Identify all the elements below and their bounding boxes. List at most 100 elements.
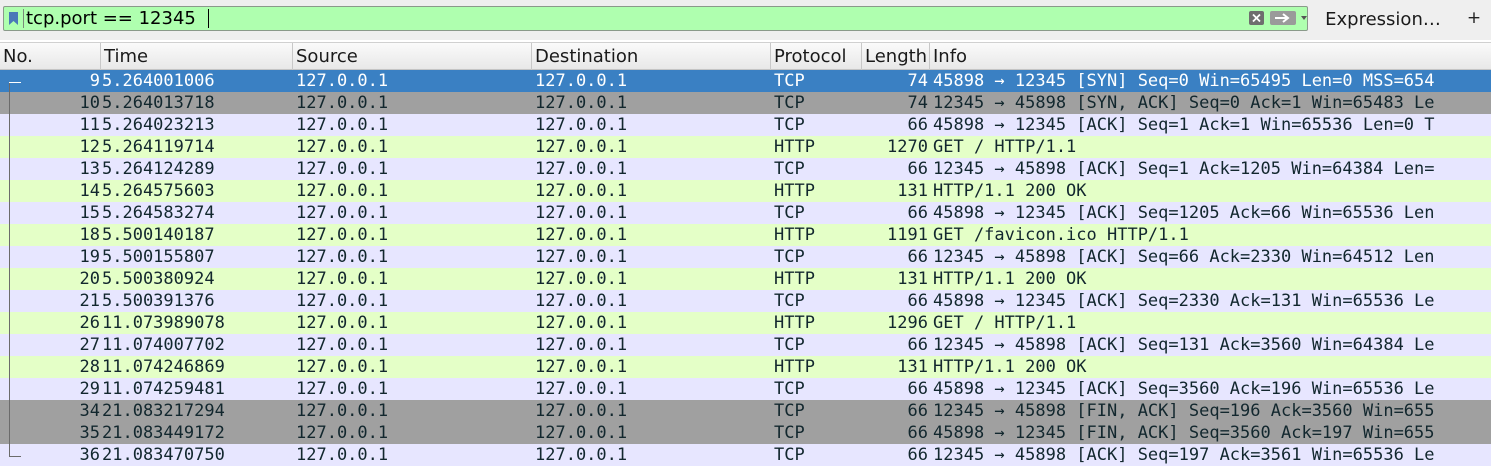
packet-info: 45898 → 12345 [ACK] Seq=3560 Ack=196 Win… bbox=[933, 379, 1435, 399]
column-header-length[interactable]: Length bbox=[862, 43, 930, 70]
packet-time: 5.500155807 bbox=[102, 247, 215, 267]
packet-row[interactable]: 35 21.083449172 127.0.0.1 127.0.0.1 TCP 66 458… bbox=[0, 422, 1491, 444]
packet-time: 21.083217294 bbox=[102, 401, 225, 421]
add-filter-button[interactable]: + bbox=[1460, 6, 1488, 33]
packet-destination: 127.0.0.1 bbox=[535, 401, 628, 421]
packet-info: HTTP/1.1 200 OK bbox=[933, 357, 1087, 377]
packet-row[interactable]: 28 11.074246869 127.0.0.1 127.0.0.1 HTTP 131 H… bbox=[0, 356, 1491, 378]
packet-row[interactable]: 21 5.500391376 127.0.0.1 127.0.0.1 TCP 66 4589… bbox=[0, 290, 1491, 312]
packet-length: 66 bbox=[907, 445, 928, 465]
packet-info: 45898 → 12345 [ACK] Seq=1 Ack=1 Win=6553… bbox=[933, 115, 1435, 135]
clear-icon[interactable] bbox=[1249, 11, 1264, 25]
packet-protocol: TCP bbox=[774, 115, 805, 135]
packet-length: 66 bbox=[907, 423, 928, 443]
packet-length: 66 bbox=[907, 115, 928, 135]
column-header-destination[interactable]: Destination bbox=[532, 43, 771, 70]
packet-number: 36 bbox=[79, 445, 100, 465]
packet-protocol: TCP bbox=[774, 423, 805, 443]
packet-protocol: HTTP bbox=[774, 137, 815, 157]
packet-row[interactable]: 20 5.500380924 127.0.0.1 127.0.0.1 HTTP 131 HT… bbox=[0, 268, 1491, 290]
packet-info: 12345 → 45898 [ACK] Seq=197 Ack=3561 Win… bbox=[933, 445, 1435, 465]
display-filter-input[interactable] bbox=[26, 7, 1226, 30]
arrow-right-icon[interactable] bbox=[1270, 11, 1296, 25]
display-filter-box bbox=[3, 6, 1308, 31]
packet-row-selected[interactable]: 9 5.264001006 127.0.0.1 127.0.0.1 TCP 74 45898… bbox=[0, 70, 1491, 92]
column-header-protocol[interactable]: Protocol bbox=[771, 43, 862, 70]
packet-info: HTTP/1.1 200 OK bbox=[933, 181, 1087, 201]
packet-row[interactable]: 14 5.264575603 127.0.0.1 127.0.0.1 HTTP 131 HT… bbox=[0, 180, 1491, 202]
packet-length: 74 bbox=[907, 93, 928, 113]
packet-number: 20 bbox=[79, 269, 100, 289]
packet-source: 127.0.0.1 bbox=[296, 247, 389, 267]
packet-time: 5.500380924 bbox=[102, 269, 215, 289]
packet-source: 127.0.0.1 bbox=[296, 379, 389, 399]
packet-row[interactable]: 15 5.264583274 127.0.0.1 127.0.0.1 TCP 66 4589… bbox=[0, 202, 1491, 224]
related-packets-line bbox=[9, 82, 10, 457]
packet-source: 127.0.0.1 bbox=[296, 313, 389, 333]
packet-source: 127.0.0.1 bbox=[296, 181, 389, 201]
packet-destination: 127.0.0.1 bbox=[535, 93, 628, 113]
packet-row[interactable]: 19 5.500155807 127.0.0.1 127.0.0.1 TCP 66 1234… bbox=[0, 246, 1491, 268]
packet-protocol: TCP bbox=[774, 291, 805, 311]
packet-length: 66 bbox=[907, 203, 928, 223]
packet-row[interactable]: 36 21.083470750 127.0.0.1 127.0.0.1 TCP 66 123… bbox=[0, 444, 1491, 466]
packet-number: 29 bbox=[79, 379, 100, 399]
packet-number: 14 bbox=[79, 181, 100, 201]
expression-button[interactable]: Expression… bbox=[1313, 6, 1453, 33]
chevron-down-icon[interactable] bbox=[1300, 13, 1308, 23]
packet-length: 131 bbox=[897, 269, 928, 289]
packet-time: 5.500391376 bbox=[102, 291, 215, 311]
packet-row[interactable]: 10 5.264013718 127.0.0.1 127.0.0.1 TCP 74 1234… bbox=[0, 92, 1491, 114]
packet-number: 18 bbox=[79, 225, 100, 245]
column-header-source[interactable]: Source bbox=[293, 43, 532, 70]
display-filter-toolbar: Expression… + bbox=[0, 0, 1491, 40]
packet-length: 66 bbox=[907, 401, 928, 421]
packet-row[interactable]: 27 11.074007702 127.0.0.1 127.0.0.1 TCP 66 123… bbox=[0, 334, 1491, 356]
packet-length: 1270 bbox=[887, 137, 928, 157]
packet-number: 28 bbox=[79, 357, 100, 377]
packet-number: 35 bbox=[79, 423, 100, 443]
packet-length: 66 bbox=[907, 291, 928, 311]
packet-row[interactable]: 11 5.264023213 127.0.0.1 127.0.0.1 TCP 66 4589… bbox=[0, 114, 1491, 136]
wireshark-window: Expression… + No. Time Source Destinatio… bbox=[0, 0, 1491, 476]
column-header-no[interactable]: No. bbox=[0, 43, 101, 70]
packet-time: 11.073989078 bbox=[102, 313, 225, 333]
packet-time: 11.074246869 bbox=[102, 357, 225, 377]
packet-source: 127.0.0.1 bbox=[296, 203, 389, 223]
packet-info: 12345 → 45898 [SYN, ACK] Seq=0 Ack=1 Win… bbox=[933, 93, 1435, 113]
packet-destination: 127.0.0.1 bbox=[535, 225, 628, 245]
packet-time: 5.264119714 bbox=[102, 137, 215, 157]
bookmark-icon[interactable] bbox=[9, 12, 18, 25]
packet-protocol: TCP bbox=[774, 71, 805, 91]
packet-time: 11.074259481 bbox=[102, 379, 225, 399]
packet-protocol: HTTP bbox=[774, 225, 815, 245]
packet-length: 66 bbox=[907, 335, 928, 355]
packet-protocol: TCP bbox=[774, 445, 805, 465]
packet-length: 131 bbox=[897, 181, 928, 201]
bookmark-separator bbox=[23, 9, 24, 28]
packet-row[interactable]: 18 5.500140187 127.0.0.1 127.0.0.1 HTTP 1191 G… bbox=[0, 224, 1491, 246]
packet-destination: 127.0.0.1 bbox=[535, 357, 628, 377]
column-header-info[interactable]: Info bbox=[930, 43, 1491, 70]
packet-destination: 127.0.0.1 bbox=[535, 71, 628, 91]
packet-row[interactable]: 12 5.264119714 127.0.0.1 127.0.0.1 HTTP 1270 G… bbox=[0, 136, 1491, 158]
text-cursor bbox=[208, 9, 209, 28]
packet-time: 5.264575603 bbox=[102, 181, 215, 201]
packet-length: 66 bbox=[907, 247, 928, 267]
packet-row[interactable]: 26 11.073989078 127.0.0.1 127.0.0.1 HTTP 1296… bbox=[0, 312, 1491, 334]
packet-row[interactable]: 34 21.083217294 127.0.0.1 127.0.0.1 TCP 66 123… bbox=[0, 400, 1491, 422]
packet-info: 12345 → 45898 [ACK] Seq=1 Ack=1205 Win=6… bbox=[933, 159, 1435, 179]
packet-length: 1296 bbox=[887, 313, 928, 333]
column-header-time[interactable]: Time bbox=[101, 43, 293, 70]
packet-number: 21 bbox=[79, 291, 100, 311]
packet-row[interactable]: 13 5.264124289 127.0.0.1 127.0.0.1 TCP 66 1234… bbox=[0, 158, 1491, 180]
packet-destination: 127.0.0.1 bbox=[535, 313, 628, 333]
related-packets-end bbox=[9, 456, 21, 457]
packet-row[interactable]: 29 11.074259481 127.0.0.1 127.0.0.1 TCP 66 458… bbox=[0, 378, 1491, 400]
packet-info: 45898 → 12345 [SYN] Seq=0 Win=65495 Len=… bbox=[933, 71, 1435, 91]
packet-length: 74 bbox=[907, 71, 928, 91]
packet-destination: 127.0.0.1 bbox=[535, 159, 628, 179]
packet-number: 15 bbox=[79, 203, 100, 223]
packet-protocol: HTTP bbox=[774, 181, 815, 201]
packet-source: 127.0.0.1 bbox=[296, 71, 389, 91]
